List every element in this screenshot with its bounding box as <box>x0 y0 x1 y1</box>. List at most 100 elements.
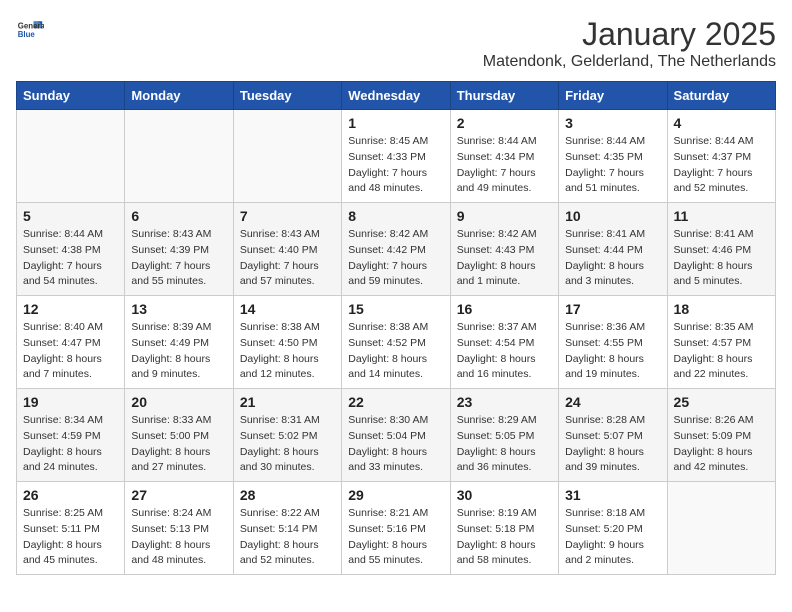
day-info: Sunrise: 8:34 AMSunset: 4:59 PMDaylight:… <box>23 413 118 476</box>
calendar-cell: 6 Sunrise: 8:43 AMSunset: 4:39 PMDaylight… <box>125 203 233 296</box>
day-number: 30 <box>457 487 552 503</box>
day-number: 12 <box>23 301 118 317</box>
calendar-cell: 15 Sunrise: 8:38 AMSunset: 4:52 PMDayligh… <box>342 296 450 389</box>
day-info: Sunrise: 8:26 AMSunset: 5:09 PMDaylight:… <box>674 413 769 476</box>
day-number: 15 <box>348 301 443 317</box>
svg-text:General: General <box>18 21 44 30</box>
day-info: Sunrise: 8:41 AMSunset: 4:46 PMDaylight:… <box>674 227 769 290</box>
day-number: 8 <box>348 208 443 224</box>
calendar-cell: 11Sunrise: 8:41 AMSunset: 4:46 PMDayligh… <box>667 203 775 296</box>
calendar-cell: 7 Sunrise: 8:43 AMSunset: 4:40 PMDaylight… <box>233 203 341 296</box>
day-number: 3 <box>565 115 660 131</box>
logo: General Blue <box>16 16 44 44</box>
day-number: 29 <box>348 487 443 503</box>
calendar-cell: 19 Sunrise: 8:34 AMSunset: 4:59 PMDayligh… <box>17 389 125 482</box>
day-info: Sunrise: 8:43 AMSunset: 4:40 PMDaylight:… <box>240 227 335 290</box>
day-info: Sunrise: 8:21 AMSunset: 5:16 PMDaylight:… <box>348 506 443 569</box>
calendar-cell: 31 Sunrise: 8:18 AMSunset: 5:20 PMDayligh… <box>559 482 667 575</box>
day-number: 25 <box>674 394 769 410</box>
calendar-cell: 13 Sunrise: 8:39 AMSunset: 4:49 PMDayligh… <box>125 296 233 389</box>
calendar-cell: 4Sunrise: 8:44 AMSunset: 4:37 PMDaylight… <box>667 110 775 203</box>
calendar-week-row: 26 Sunrise: 8:25 AMSunset: 5:11 PMDayligh… <box>17 482 776 575</box>
day-number: 27 <box>131 487 226 503</box>
day-info: Sunrise: 8:30 AMSunset: 5:04 PMDaylight:… <box>348 413 443 476</box>
day-number: 28 <box>240 487 335 503</box>
day-info: Sunrise: 8:42 AMSunset: 4:43 PMDaylight:… <box>457 227 552 290</box>
calendar-cell: 30 Sunrise: 8:19 AMSunset: 5:18 PMDayligh… <box>450 482 558 575</box>
day-info: Sunrise: 8:39 AMSunset: 4:49 PMDaylight:… <box>131 320 226 383</box>
day-info: Sunrise: 8:19 AMSunset: 5:18 PMDaylight:… <box>457 506 552 569</box>
weekday-header-tuesday: Tuesday <box>233 82 341 110</box>
calendar-cell: 29 Sunrise: 8:21 AMSunset: 5:16 PMDayligh… <box>342 482 450 575</box>
day-number: 21 <box>240 394 335 410</box>
weekday-header-thursday: Thursday <box>450 82 558 110</box>
calendar-cell: 27 Sunrise: 8:24 AMSunset: 5:13 PMDayligh… <box>125 482 233 575</box>
day-number: 7 <box>240 208 335 224</box>
day-number: 26 <box>23 487 118 503</box>
calendar-week-row: 19 Sunrise: 8:34 AMSunset: 4:59 PMDayligh… <box>17 389 776 482</box>
calendar-cell <box>233 110 341 203</box>
day-info: Sunrise: 8:44 AMSunset: 4:37 PMDaylight:… <box>674 134 769 197</box>
day-number: 16 <box>457 301 552 317</box>
calendar-cell: 16 Sunrise: 8:37 AMSunset: 4:54 PMDayligh… <box>450 296 558 389</box>
day-info: Sunrise: 8:29 AMSunset: 5:05 PMDaylight:… <box>457 413 552 476</box>
header: General Blue January 2025 Matendonk, Gel… <box>16 16 776 71</box>
weekday-header-saturday: Saturday <box>667 82 775 110</box>
day-info: Sunrise: 8:24 AMSunset: 5:13 PMDaylight:… <box>131 506 226 569</box>
svg-text:Blue: Blue <box>18 30 36 39</box>
day-info: Sunrise: 8:37 AMSunset: 4:54 PMDaylight:… <box>457 320 552 383</box>
calendar-cell: 23Sunrise: 8:29 AMSunset: 5:05 PMDayligh… <box>450 389 558 482</box>
month-title: January 2025 <box>483 16 776 53</box>
calendar-cell: 12 Sunrise: 8:40 AMSunset: 4:47 PMDayligh… <box>17 296 125 389</box>
calendar-cell: 10 Sunrise: 8:41 AMSunset: 4:44 PMDayligh… <box>559 203 667 296</box>
day-number: 13 <box>131 301 226 317</box>
day-info: Sunrise: 8:38 AMSunset: 4:50 PMDaylight:… <box>240 320 335 383</box>
day-number: 1 <box>348 115 443 131</box>
calendar-cell: 1 Sunrise: 8:45 AMSunset: 4:33 PMDaylight… <box>342 110 450 203</box>
day-info: Sunrise: 8:22 AMSunset: 5:14 PMDaylight:… <box>240 506 335 569</box>
calendar-table: SundayMondayTuesdayWednesdayThursdayFrid… <box>16 81 776 575</box>
day-number: 22 <box>348 394 443 410</box>
day-number: 10 <box>565 208 660 224</box>
weekday-header-row: SundayMondayTuesdayWednesdayThursdayFrid… <box>17 82 776 110</box>
day-info: Sunrise: 8:45 AMSunset: 4:33 PMDaylight:… <box>348 134 443 197</box>
calendar-cell: 5Sunrise: 8:44 AMSunset: 4:38 PMDaylight… <box>17 203 125 296</box>
weekday-header-monday: Monday <box>125 82 233 110</box>
day-number: 19 <box>23 394 118 410</box>
day-number: 6 <box>131 208 226 224</box>
calendar-cell: 3 Sunrise: 8:44 AMSunset: 4:35 PMDaylight… <box>559 110 667 203</box>
location-title: Matendonk, Gelderland, The Netherlands <box>483 53 776 71</box>
weekday-header-wednesday: Wednesday <box>342 82 450 110</box>
day-info: Sunrise: 8:41 AMSunset: 4:44 PMDaylight:… <box>565 227 660 290</box>
calendar-cell: 20Sunrise: 8:33 AMSunset: 5:00 PMDayligh… <box>125 389 233 482</box>
day-info: Sunrise: 8:44 AMSunset: 4:35 PMDaylight:… <box>565 134 660 197</box>
title-area: January 2025 Matendonk, Gelderland, The … <box>483 16 776 71</box>
day-info: Sunrise: 8:28 AMSunset: 5:07 PMDaylight:… <box>565 413 660 476</box>
day-number: 17 <box>565 301 660 317</box>
day-info: Sunrise: 8:25 AMSunset: 5:11 PMDaylight:… <box>23 506 118 569</box>
calendar-week-row: 5Sunrise: 8:44 AMSunset: 4:38 PMDaylight… <box>17 203 776 296</box>
calendar-cell: 18 Sunrise: 8:35 AMSunset: 4:57 PMDayligh… <box>667 296 775 389</box>
day-info: Sunrise: 8:40 AMSunset: 4:47 PMDaylight:… <box>23 320 118 383</box>
day-number: 2 <box>457 115 552 131</box>
calendar-cell: 25 Sunrise: 8:26 AMSunset: 5:09 PMDayligh… <box>667 389 775 482</box>
day-info: Sunrise: 8:43 AMSunset: 4:39 PMDaylight:… <box>131 227 226 290</box>
day-number: 20 <box>131 394 226 410</box>
weekday-header-sunday: Sunday <box>17 82 125 110</box>
calendar-cell: 22 Sunrise: 8:30 AMSunset: 5:04 PMDayligh… <box>342 389 450 482</box>
calendar-cell <box>17 110 125 203</box>
day-info: Sunrise: 8:38 AMSunset: 4:52 PMDaylight:… <box>348 320 443 383</box>
day-info: Sunrise: 8:44 AMSunset: 4:38 PMDaylight:… <box>23 227 118 290</box>
calendar-cell <box>667 482 775 575</box>
calendar-cell: 14Sunrise: 8:38 AMSunset: 4:50 PMDayligh… <box>233 296 341 389</box>
calendar-cell: 9Sunrise: 8:42 AMSunset: 4:43 PMDaylight… <box>450 203 558 296</box>
logo-icon: General Blue <box>16 16 44 44</box>
day-info: Sunrise: 8:18 AMSunset: 5:20 PMDaylight:… <box>565 506 660 569</box>
calendar-cell: 2 Sunrise: 8:44 AMSunset: 4:34 PMDaylight… <box>450 110 558 203</box>
calendar-cell: 8Sunrise: 8:42 AMSunset: 4:42 PMDaylight… <box>342 203 450 296</box>
day-info: Sunrise: 8:44 AMSunset: 4:34 PMDaylight:… <box>457 134 552 197</box>
weekday-header-friday: Friday <box>559 82 667 110</box>
day-info: Sunrise: 8:35 AMSunset: 4:57 PMDaylight:… <box>674 320 769 383</box>
day-number: 31 <box>565 487 660 503</box>
day-number: 18 <box>674 301 769 317</box>
